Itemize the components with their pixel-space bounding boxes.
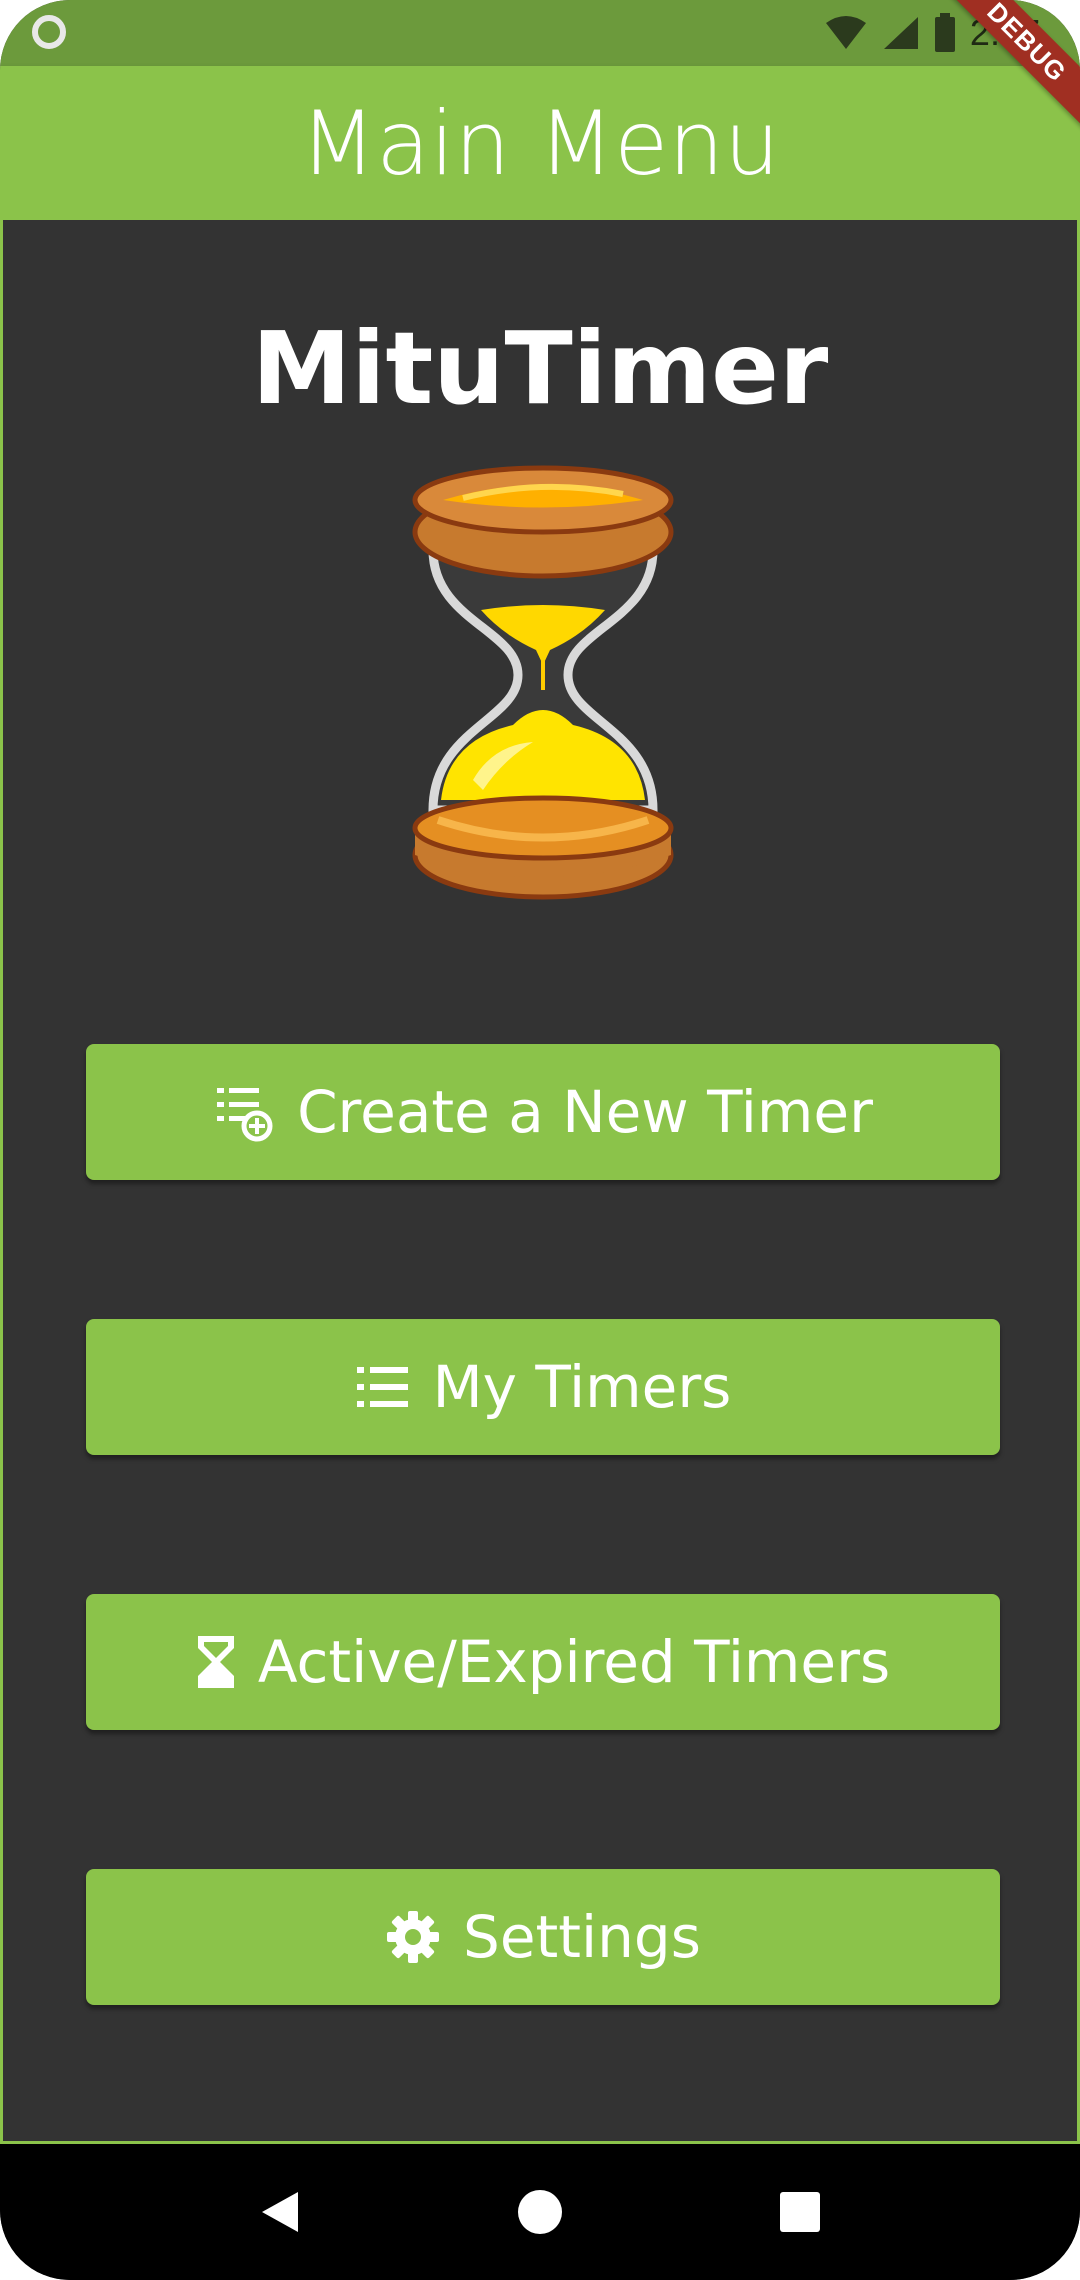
phone-screen: 2:47 Main Menu DEBUG MituTimer: [0, 0, 1080, 2280]
signal-icon: [883, 17, 918, 49]
system-nav-bar: [0, 2144, 1080, 2280]
settings-label: Settings: [463, 1903, 701, 1971]
status-bar: 2:47: [0, 0, 1080, 66]
back-icon[interactable]: [240, 2172, 320, 2252]
create-timer-button[interactable]: Create a New Timer: [86, 1044, 1000, 1180]
gear-icon: [385, 1909, 441, 1965]
app-bar: Main Menu: [0, 66, 1080, 220]
recents-icon[interactable]: [760, 2172, 840, 2252]
list-icon: [355, 1363, 411, 1411]
settings-button[interactable]: Settings: [86, 1869, 1000, 2005]
main-content: MituTimer Create a New Timer My Timers A…: [0, 220, 1080, 2144]
hourglass-icon: [196, 1634, 236, 1690]
page-title: Main Menu: [300, 91, 780, 195]
battery-icon: [934, 13, 955, 52]
my-timers-button[interactable]: My Timers: [86, 1319, 1000, 1455]
active-expired-timers-button[interactable]: Active/Expired Timers: [86, 1594, 1000, 1730]
hourglass-logo: [412, 465, 674, 900]
playlist-add-icon: [213, 1082, 275, 1142]
notification-icon: [32, 15, 66, 49]
active-expired-timers-label: Active/Expired Timers: [257, 1628, 891, 1696]
home-icon[interactable]: [500, 2172, 580, 2252]
app-name-heading: MituTimer: [251, 310, 829, 427]
my-timers-label: My Timers: [432, 1353, 732, 1421]
wifi-icon: [825, 16, 866, 49]
create-timer-label: Create a New Timer: [297, 1078, 873, 1146]
